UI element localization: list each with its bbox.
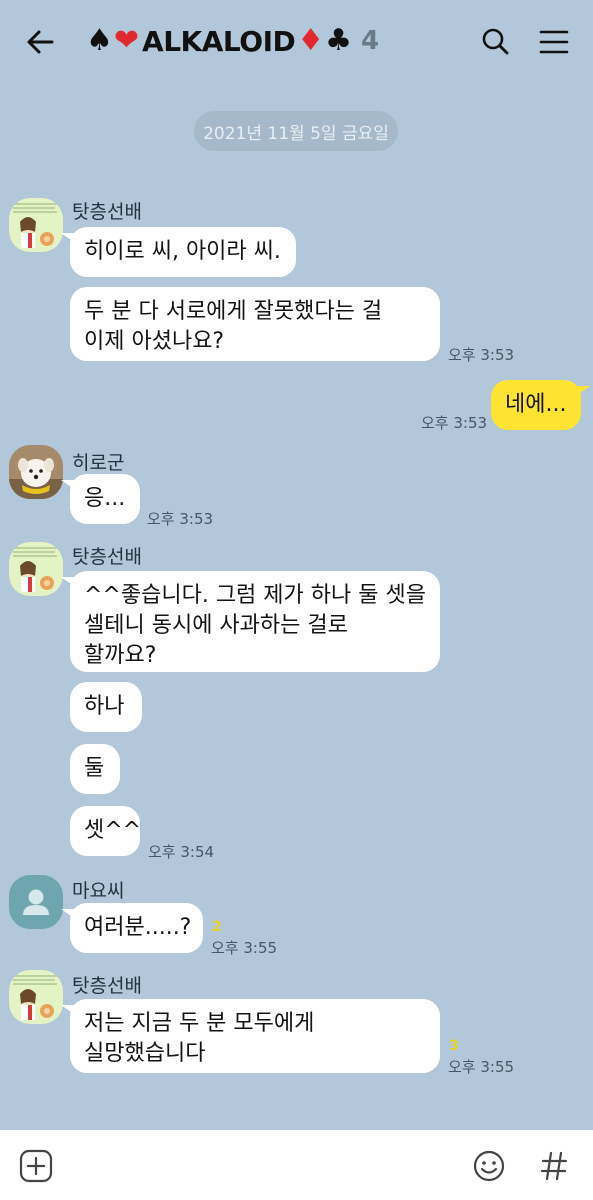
member-count: 4 (361, 26, 380, 56)
message-bubble[interactable]: ^^좋습니다. 그럼 제가 하나 둘 셋을 셀테니 동시에 사과하는 걸로 할까… (61, 571, 440, 672)
chat-room-title: ♠ ❤ ALKALOID ♦ ♣ 4 (86, 18, 379, 64)
message-text: 히이로 씨, 아이라 씨. (84, 239, 281, 264)
chat-header: ♠ ❤ ALKALOID ♦ ♣ 4 (0, 0, 593, 84)
sender-name: 마요씨 (72, 880, 125, 902)
message-text: 저는 지금 두 분 모두에게 (84, 1011, 315, 1036)
room-name: ALKALOID (142, 24, 296, 58)
date-divider: 2021년 11월 5일 금요일 (194, 111, 398, 151)
avatar[interactable] (9, 198, 63, 252)
club-icon: ♣ (325, 23, 353, 58)
message-text: 실망했습니다 (84, 1041, 206, 1066)
message-text: ^^좋습니다. 그럼 제가 하나 둘 셋을 (84, 583, 426, 608)
message-time: 오후 3:53 (448, 346, 515, 364)
message-time: 오후 3:55 (448, 1058, 515, 1076)
message-text: 하나 (84, 694, 125, 719)
avatar[interactable] (9, 445, 63, 499)
my-message-bubble[interactable]: 네에... (491, 380, 590, 430)
message-text: 이제 아셨나요? (84, 329, 225, 354)
menu-icon[interactable] (534, 22, 574, 62)
message-text: 응... (84, 486, 126, 511)
heart-icon: ❤ (113, 23, 140, 58)
message-time: 오후 3:53 (421, 414, 488, 432)
sender-name: 히로군 (72, 452, 125, 474)
emoji-icon[interactable] (471, 1148, 507, 1184)
unread-count: 2 (212, 919, 222, 935)
sender-name: 탓층선배 (72, 201, 142, 223)
message-text: 셀테니 동시에 사과하는 걸로 (84, 613, 348, 638)
hashtag-icon[interactable] (536, 1148, 572, 1184)
avatar[interactable] (9, 875, 63, 929)
message-bubble[interactable]: 응... (61, 474, 140, 524)
message-text: 할까요? (84, 643, 157, 668)
message-text: 여러분.....? (84, 915, 192, 940)
message-bubble[interactable]: 둘 (70, 744, 120, 794)
sender-name: 탓층선배 (72, 546, 142, 568)
message-time: 오후 3:53 (147, 510, 214, 528)
add-icon[interactable] (18, 1148, 54, 1184)
message-bubble[interactable]: 두 분 다 서로에게 잘못했다는 걸 이제 아셨나요? (70, 287, 440, 361)
message-bubble[interactable]: 셋^^ (70, 806, 142, 856)
message-time: 오후 3:54 (148, 843, 215, 861)
message-bubble[interactable]: 하나 (70, 682, 142, 732)
sender-name: 탓층선배 (72, 975, 142, 997)
message-bubble[interactable]: 저는 지금 두 분 모두에게 실망했습니다 (61, 999, 440, 1073)
spade-icon: ♠ (86, 23, 113, 58)
message-time: 오후 3:55 (211, 939, 278, 957)
avatar[interactable] (9, 542, 63, 596)
message-text: 네에... (505, 392, 567, 417)
message-input-bar (0, 1130, 593, 1200)
default-profile-icon (23, 889, 49, 915)
message-text: 셋^^ (84, 818, 142, 843)
search-icon[interactable] (476, 22, 516, 62)
message-text: 두 분 다 서로에게 잘못했다는 걸 (84, 299, 383, 324)
back-arrow-icon[interactable] (20, 22, 60, 62)
diamond-icon: ♦ (297, 23, 325, 58)
unread-count: 3 (449, 1038, 459, 1054)
message-bubble[interactable]: 여러분.....? (61, 903, 203, 953)
avatar[interactable] (9, 970, 63, 1024)
message-bubble[interactable]: 히이로 씨, 아이라 씨. (61, 227, 296, 277)
message-text: 둘 (84, 756, 105, 781)
